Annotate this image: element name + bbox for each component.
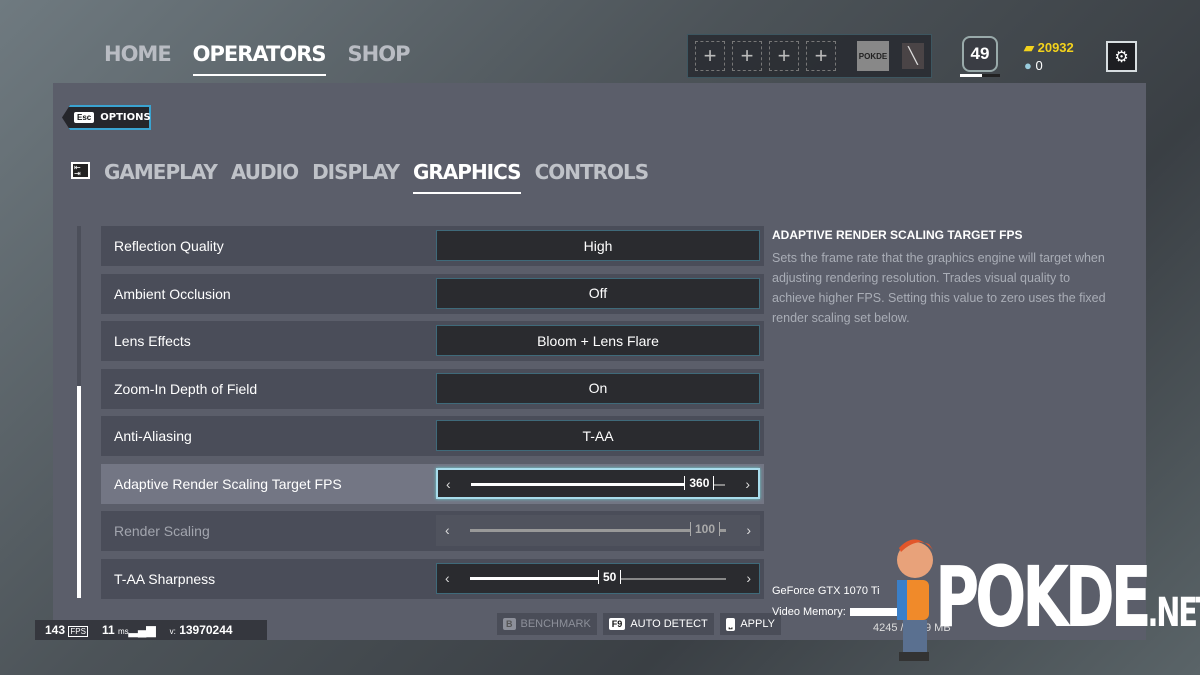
setting-value-selector[interactable]: T-AA — [436, 420, 760, 451]
chevron-left-icon[interactable]: ‹ — [445, 570, 450, 586]
key-hint: ⎵ — [725, 617, 736, 631]
esc-key: Esc — [74, 112, 95, 123]
setting-row[interactable]: Ambient Occlusion Off — [101, 273, 764, 314]
player-card[interactable]: POKDE — [857, 41, 889, 71]
settings-tabs: GAMEPLAY AUDIO DISPLAY GRAPHICS CONTROLS — [104, 160, 650, 194]
description-title: ADAPTIVE RENDER SCALING TARGET FPS — [772, 228, 1023, 242]
button-label: AUTO DETECT — [630, 618, 708, 630]
ping-readout: 11 ms▂▄▆ — [102, 623, 156, 637]
invite-slot[interactable]: + — [695, 41, 725, 71]
slider-fill — [470, 576, 598, 580]
chevron-left-icon[interactable]: ‹ — [445, 522, 450, 538]
setting-row[interactable]: Lens Effects Bloom + Lens Flare — [101, 321, 764, 361]
fps-value: 143 — [45, 623, 66, 637]
scrollbar[interactable] — [77, 226, 81, 598]
chevron-right-icon[interactable]: › — [746, 522, 751, 538]
tab-switch-icon[interactable]: ⇤ ⇥ — [71, 162, 90, 179]
setting-label: Lens Effects — [114, 333, 191, 349]
setting-row[interactable]: Anti-Aliasing T-AA — [101, 416, 764, 456]
setting-slider[interactable]: ‹ 50 › — [436, 562, 760, 594]
vmem-label: Video Memory: — [772, 606, 846, 618]
mascot-logo — [897, 539, 933, 661]
top-nav: HOME OPERATORS SHOP — [104, 42, 411, 76]
invite-slot[interactable]: + — [732, 41, 762, 71]
setting-value-selector[interactable]: On — [436, 372, 760, 404]
renown-display: ▰ 20932 — [1024, 40, 1074, 55]
renown-icon: ▰ — [1024, 40, 1038, 55]
watermark-suffix: .NET — [1147, 590, 1200, 636]
slider-value: 360 — [684, 475, 715, 490]
options-label: OPTIONS — [100, 112, 151, 123]
chevron-right-icon[interactable]: › — [745, 476, 750, 492]
video-memory: Video Memory: — [772, 606, 900, 618]
setting-description: ADAPTIVE RENDER SCALING TARGET FPS Sets … — [772, 228, 1112, 328]
slider-fill — [471, 482, 685, 486]
benchmark-button[interactable]: B BENCHMARK — [497, 613, 597, 635]
gpu-name: GeForce GTX 1070 Ti — [772, 585, 880, 597]
invite-slot[interactable]: + — [806, 41, 836, 71]
credits-icon: ● — [1024, 58, 1036, 73]
tab-audio[interactable]: AUDIO — [231, 160, 299, 194]
setting-value-selector[interactable]: High — [436, 230, 760, 261]
slider-value: 100 — [690, 522, 721, 536]
setting-slider[interactable]: ‹ 100 › — [436, 515, 760, 546]
setting-row[interactable]: Zoom-In Depth of Field On — [101, 368, 764, 409]
signal-icon: ▂▄▆ — [128, 623, 156, 637]
squad-bar: + + + + POKDE ╲ — [687, 34, 932, 78]
slider-track[interactable]: 360 — [471, 475, 725, 490]
invite-slot[interactable]: + — [769, 41, 799, 71]
setting-value-selector[interactable]: Bloom + Lens Flare — [436, 325, 760, 356]
key-hint: B — [503, 618, 516, 630]
credits-display: ● 0 — [1024, 58, 1043, 73]
nav-operators[interactable]: OPERATORS — [192, 42, 327, 76]
scrollbar-thumb[interactable] — [77, 386, 81, 598]
setting-label: T-AA Sharpness — [114, 570, 216, 587]
ms-unit: ms — [117, 627, 129, 636]
action-buttons: B BENCHMARK F9 AUTO DETECT ⎵ APPLY — [497, 613, 781, 635]
key-hint: F9 — [608, 618, 626, 630]
button-label: BENCHMARK — [520, 618, 591, 630]
setting-label: Ambient Occlusion — [114, 285, 231, 302]
setting-label: Anti-Aliasing — [114, 428, 192, 444]
performance-stats: 143 FPS 11 ms▂▄▆ v: 13970244 — [35, 620, 267, 640]
chevron-left-icon[interactable]: ‹ — [446, 476, 451, 492]
description-text: Sets the frame rate that the graphics en… — [772, 251, 1106, 325]
setting-row[interactable]: Render Scaling ‹ 100 › — [101, 511, 764, 551]
pokde-watermark: POKDE.NET — [935, 548, 1200, 646]
nav-home[interactable]: HOME — [104, 42, 172, 76]
setting-label: Render Scaling — [114, 523, 210, 539]
slider-fill — [470, 529, 726, 532]
auto-detect-button[interactable]: F9 AUTO DETECT — [602, 613, 714, 635]
level-badge: 49 — [962, 36, 998, 72]
tab-graphics[interactable]: GRAPHICS — [412, 160, 522, 194]
setting-label: Reflection Quality — [114, 238, 224, 254]
level-progress — [960, 74, 1000, 77]
setting-slider[interactable]: ‹ 360 › — [436, 467, 760, 499]
nav-shop[interactable]: SHOP — [348, 42, 411, 76]
version-value: 13970244 — [179, 623, 233, 637]
setting-row[interactable]: T-AA Sharpness ‹ 50 › — [101, 558, 764, 599]
fps-readout: 143 FPS — [45, 623, 88, 637]
slider-value: 50 — [598, 569, 622, 584]
button-label: APPLY — [740, 618, 775, 630]
tab-display[interactable]: DISPLAY — [312, 160, 400, 194]
ms-value: 11 — [101, 623, 115, 637]
watermark-text: POKDE — [935, 548, 1152, 646]
setting-label: Adaptive Render Scaling Target FPS — [114, 475, 342, 492]
tab-gameplay[interactable]: GAMEPLAY — [104, 160, 218, 194]
setting-row[interactable]: Reflection Quality High — [101, 226, 764, 266]
tab-controls[interactable]: CONTROLS — [535, 160, 650, 194]
setting-value-selector[interactable]: Off — [436, 277, 760, 309]
slider-track[interactable]: 50 — [470, 569, 726, 584]
emblem-icon[interactable]: ╲ — [902, 43, 924, 69]
chevron-right-icon[interactable]: › — [746, 570, 751, 586]
back-options-button[interactable]: Esc OPTIONS — [62, 105, 151, 130]
version-readout: v: 13970244 — [170, 623, 233, 637]
setting-label: Zoom-In Depth of Field — [114, 380, 258, 397]
fps-unit: FPS — [68, 626, 88, 637]
version-label: v: — [169, 627, 176, 636]
setting-row[interactable]: Adaptive Render Scaling Target FPS ‹ 360… — [101, 463, 764, 504]
slider-track[interactable]: 100 — [470, 522, 726, 536]
settings-gear-icon[interactable]: ⚙ — [1106, 41, 1137, 72]
